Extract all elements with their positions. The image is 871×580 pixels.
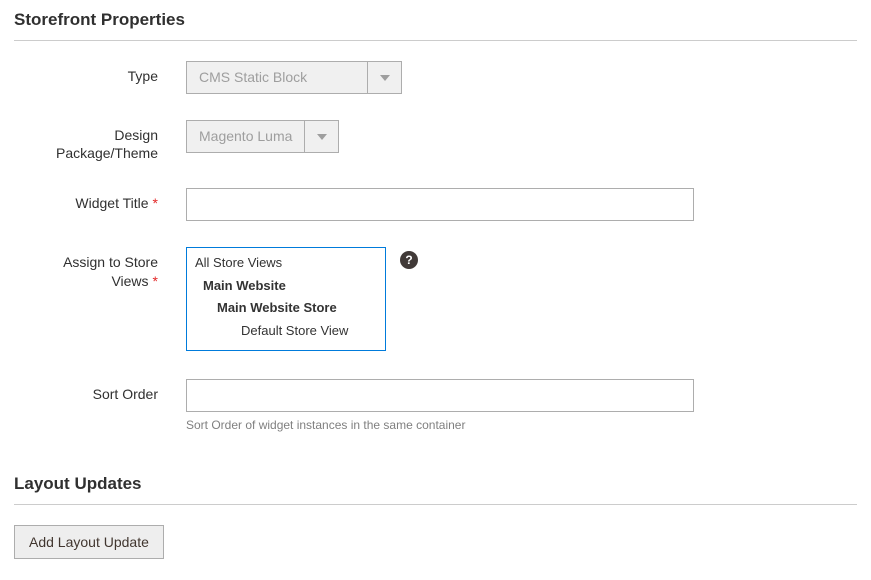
- sort-order-note: Sort Order of widget instances in the sa…: [186, 418, 857, 432]
- row-widget-title: Widget Title*: [14, 188, 857, 221]
- widget-title-input[interactable]: [186, 188, 694, 221]
- row-store-views: Assign to Store Views* All Store Views M…: [14, 247, 857, 351]
- theme-select: Magento Luma: [186, 120, 339, 153]
- chevron-down-icon: [304, 121, 338, 152]
- store-option[interactable]: Default Store View: [187, 320, 385, 343]
- label-widget-title: Widget Title*: [14, 188, 186, 212]
- section-title-storefront: Storefront Properties: [14, 8, 857, 41]
- chevron-down-icon: [367, 62, 401, 93]
- required-marker: *: [153, 195, 158, 211]
- type-select-value: CMS Static Block: [187, 62, 367, 93]
- label-sort-order: Sort Order: [14, 379, 186, 403]
- type-select: CMS Static Block: [186, 61, 402, 94]
- label-theme: Design Package/Theme: [14, 120, 186, 162]
- store-option[interactable]: Main Website: [187, 275, 385, 298]
- label-store-views: Assign to Store Views*: [14, 247, 186, 289]
- theme-select-value: Magento Luma: [187, 121, 304, 152]
- store-views-select[interactable]: All Store Views Main Website Main Websit…: [186, 247, 386, 351]
- help-icon[interactable]: ?: [400, 251, 418, 269]
- section-title-layout: Layout Updates: [14, 472, 857, 505]
- store-option[interactable]: Main Website Store: [187, 297, 385, 320]
- required-marker: *: [153, 273, 158, 289]
- sort-order-input[interactable]: [186, 379, 694, 412]
- label-type: Type: [14, 61, 186, 85]
- row-sort-order: Sort Order Sort Order of widget instance…: [14, 379, 857, 432]
- add-layout-update-button[interactable]: Add Layout Update: [14, 525, 164, 559]
- row-type: Type CMS Static Block: [14, 61, 857, 94]
- row-theme: Design Package/Theme Magento Luma: [14, 120, 857, 162]
- store-option[interactable]: All Store Views: [187, 252, 385, 275]
